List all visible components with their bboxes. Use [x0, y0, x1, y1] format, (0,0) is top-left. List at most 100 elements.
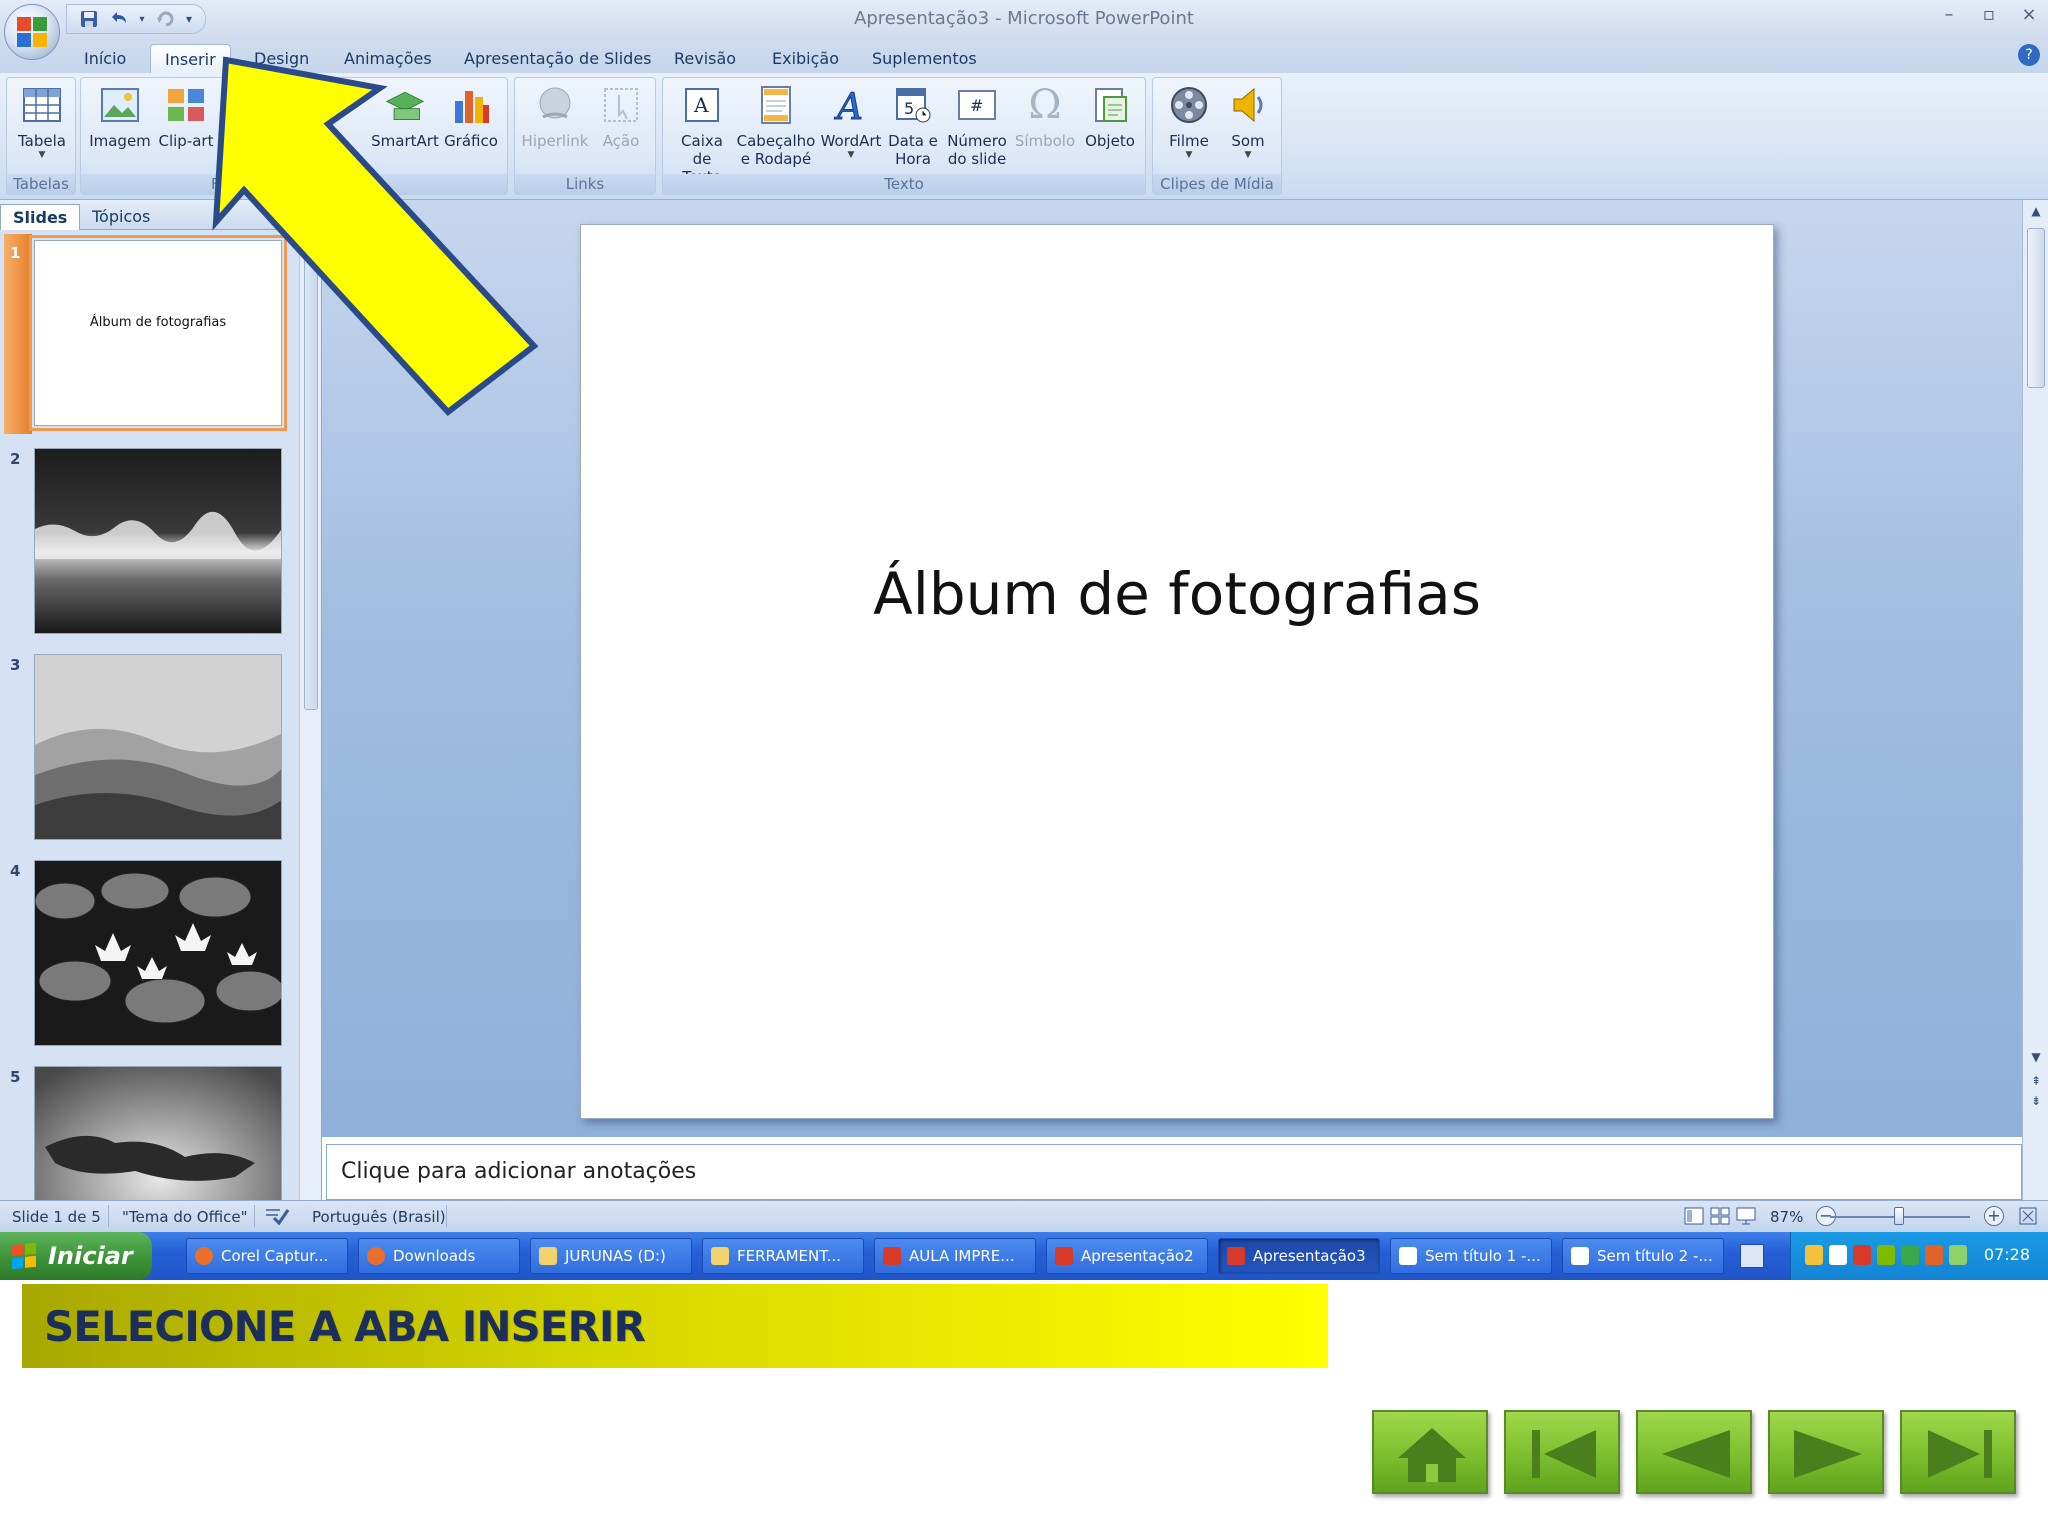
current-slide[interactable]: Álbum de fotografias: [580, 224, 1774, 1119]
help-icon[interactable]: ?: [2018, 44, 2040, 66]
objeto-button[interactable]: Objeto: [1079, 84, 1141, 150]
data-hora-button[interactable]: 5 Data e Hora: [885, 84, 941, 168]
tab-slides[interactable]: Slides: [0, 204, 81, 230]
slideshow-icon[interactable]: [1736, 1206, 1756, 1230]
tab-apresentacao-slides[interactable]: Apresentação de Slides: [450, 44, 666, 74]
connection-icon[interactable]: [1949, 1245, 1967, 1265]
numero-slide-button[interactable]: # Número do slide: [943, 84, 1011, 168]
slide-number-icon: #: [957, 84, 997, 126]
slide-sorter-icon[interactable]: [1710, 1206, 1730, 1230]
previous-button[interactable]: [1636, 1410, 1752, 1494]
scroll-down-icon[interactable]: ▼: [2023, 1050, 2048, 1064]
smartart-button[interactable]: SmartArt: [371, 84, 439, 150]
cabecalho-rodape-button[interactable]: Cabeçalho e Rodapé: [735, 84, 817, 168]
taskbar-item[interactable]: Sem título 1 -...: [1390, 1238, 1552, 1274]
zoom-slider-handle[interactable]: [1894, 1207, 1904, 1225]
pane-tabs: Slides Tópicos ×: [0, 200, 322, 230]
taskbar-item-label: JURUNAS (D:): [565, 1247, 666, 1265]
zoom-level[interactable]: 87%: [1770, 1208, 1803, 1226]
last-slide-button[interactable]: [1900, 1410, 2016, 1494]
network-icon[interactable]: [1877, 1245, 1895, 1265]
first-slide-button[interactable]: [1504, 1410, 1620, 1494]
keyboard-icon[interactable]: [1740, 1244, 1764, 1268]
wordart-button[interactable]: A WordArt ▼: [819, 84, 883, 161]
taskbar-item[interactable]: FERRAMENT...: [702, 1238, 864, 1274]
zoom-in-button[interactable]: +: [1984, 1206, 2004, 1226]
office-button[interactable]: [4, 4, 60, 60]
taskbar-item[interactable]: Sem título 2 -...: [1562, 1238, 1724, 1274]
title-bar: Apresentação3 - Microsoft PowerPoint ▾ ▾…: [0, 0, 2048, 40]
language[interactable]: Português (Brasil): [312, 1208, 446, 1226]
taskbar-item[interactable]: Downloads: [358, 1238, 520, 1274]
app-tray-icon[interactable]: [1853, 1245, 1871, 1265]
shield-icon[interactable]: [1805, 1245, 1823, 1265]
grafico-button[interactable]: Gráfico: [439, 84, 503, 150]
simbolo-button[interactable]: Ω Símbolo: [1013, 84, 1077, 150]
scrollbar-thumb[interactable]: [304, 250, 318, 710]
undo-icon[interactable]: [107, 8, 131, 30]
taskbar-item-active[interactable]: Apresentação3: [1218, 1238, 1380, 1274]
tab-design[interactable]: Design: [240, 44, 323, 74]
taskbar-item-label: AULA IMPRE...: [909, 1247, 1015, 1265]
taskbar-item[interactable]: JURUNAS (D:): [530, 1238, 692, 1274]
imagem-button[interactable]: Imagem: [87, 84, 153, 150]
close-button[interactable]: ×: [2018, 4, 2040, 25]
hiperlink-button[interactable]: Hiperlink: [521, 84, 589, 150]
tab-inserir[interactable]: Inserir: [150, 44, 231, 74]
som-button[interactable]: Som ▼: [1219, 84, 1277, 160]
minimize-button[interactable]: –: [1938, 4, 1960, 25]
vertical-scrollbar[interactable]: ▲ ▼ ⇞ ⇟: [2022, 200, 2048, 1200]
wordart-icon: A: [831, 84, 871, 126]
acao-button[interactable]: Ação: [591, 84, 651, 150]
fit-to-window-icon[interactable]: [2018, 1206, 2038, 1230]
group-label-ilustracoes-text: F: [211, 175, 220, 193]
caixa-de-texto-button[interactable]: A Caixa de Texto: [671, 84, 733, 186]
simbolo-label: Símbolo: [1014, 132, 1076, 150]
slide-thumbnail-1[interactable]: Álbum de fotografias: [29, 235, 287, 431]
ribbon: Tabela ▼ Tabelas Imagem Clip-art SmartAr…: [0, 73, 2048, 200]
start-button[interactable]: Iniciar: [0, 1232, 152, 1280]
undo-dropdown-icon[interactable]: ▾: [137, 8, 147, 30]
normal-view-icon[interactable]: [1684, 1206, 1704, 1230]
home-button[interactable]: [1372, 1410, 1488, 1494]
restore-button[interactable]: ▫: [1978, 4, 2000, 25]
volume-icon[interactable]: [1925, 1245, 1943, 1265]
document-icon: [1399, 1247, 1417, 1265]
slide-title[interactable]: Álbum de fotografias: [581, 560, 1773, 628]
customize-toolbar-icon[interactable]: ▾: [183, 8, 195, 30]
page-icon[interactable]: [1829, 1245, 1847, 1265]
firefox-icon: [195, 1247, 213, 1265]
slide-thumbnail-5[interactable]: [34, 1066, 282, 1200]
slide-thumbnail-2[interactable]: [34, 448, 282, 634]
tab-exibicao[interactable]: Exibição: [758, 44, 853, 74]
filme-button[interactable]: Filme ▼: [1159, 84, 1219, 160]
previous-slide-icon[interactable]: ⇞: [2023, 1074, 2048, 1088]
cabecalho-label-1: Cabeçalho: [736, 132, 816, 150]
next-slide-icon[interactable]: ⇟: [2023, 1094, 2048, 1108]
pane-close-icon[interactable]: ×: [301, 206, 314, 225]
scroll-up-icon[interactable]: ▲: [2023, 204, 2048, 218]
thumbnails-scrollbar[interactable]: [299, 230, 321, 1200]
notes-pane[interactable]: Clique para adicionar anotações: [326, 1144, 2022, 1200]
clip-art-button[interactable]: Clip-art: [153, 84, 219, 150]
redo-icon[interactable]: [153, 8, 177, 30]
tabela-button[interactable]: Tabela ▼: [15, 84, 69, 160]
tab-inicio[interactable]: Início: [70, 44, 140, 74]
slide-thumbnail-4[interactable]: [34, 860, 282, 1046]
spellcheck-icon[interactable]: [264, 1206, 290, 1230]
taskbar-item[interactable]: Corel Captur...: [186, 1238, 348, 1274]
tab-topicos[interactable]: Tópicos: [80, 204, 162, 230]
slide-thumbnail-3[interactable]: [34, 654, 282, 840]
sky-photo: [35, 1067, 281, 1200]
save-icon[interactable]: [77, 8, 101, 30]
dropdown-caret-icon: ▼: [38, 150, 46, 160]
next-button[interactable]: [1768, 1410, 1884, 1494]
update-icon[interactable]: [1901, 1245, 1919, 1265]
windows-flag-icon: [12, 1242, 36, 1270]
taskbar-item[interactable]: Apresentação2: [1046, 1238, 1208, 1274]
tab-suplementos[interactable]: Suplementos: [858, 44, 991, 74]
taskbar-item[interactable]: AULA IMPRE...: [874, 1238, 1036, 1274]
tab-revisao[interactable]: Revisão: [660, 44, 750, 74]
tab-animacoes[interactable]: Animações: [330, 44, 446, 74]
scrollbar-thumb[interactable]: [2027, 228, 2045, 388]
